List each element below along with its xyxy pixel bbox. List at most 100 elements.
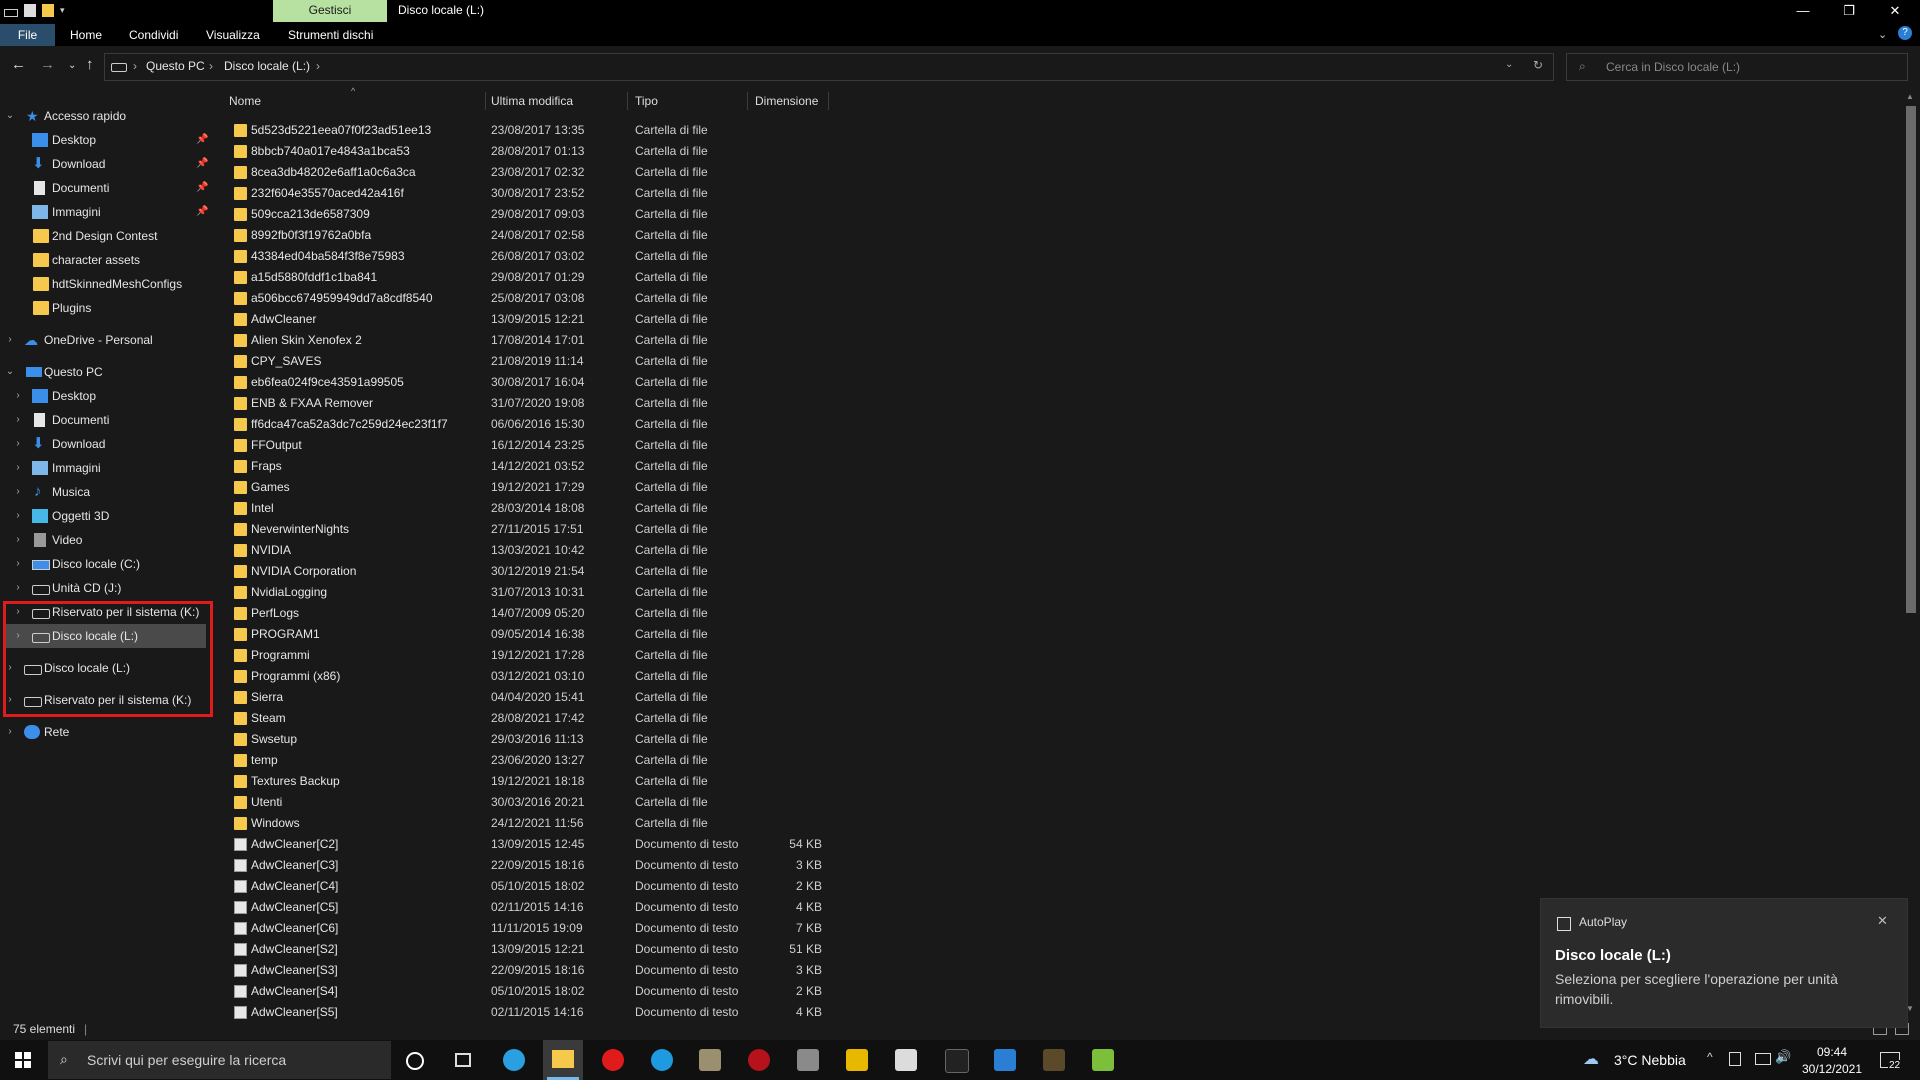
minimize-button[interactable]: —	[1780, 0, 1826, 24]
address-bar[interactable]: › Questo PC › Disco locale (L:) › ⌄ ↻	[104, 53, 1554, 81]
sidebar-item-cd-drive-j[interactable]: › Unità CD (J:)	[12, 576, 210, 600]
close-button[interactable]: ✕	[1872, 0, 1918, 24]
address-history-icon[interactable]: ⌄	[1505, 59, 1513, 70]
file-row[interactable]: AdwCleaner[C2] 13/09/2015 12:45 Documento …	[232, 834, 832, 855]
file-row[interactable]: CPY_SAVES 21/08/2019 11:14 Cartella di fil…	[232, 351, 832, 372]
app-icon[interactable]	[1092, 1049, 1114, 1071]
properties-icon[interactable]	[24, 4, 36, 17]
sidebar-item-plugins[interactable]: Plugins	[0, 296, 210, 320]
customize-toolbar-icon[interactable]: ▾	[60, 5, 65, 16]
chevron-right-icon[interactable]: ›	[12, 552, 24, 576]
sidebar-item-character-assets[interactable]: character assets	[0, 248, 210, 272]
column-header-modified[interactable]: Ultima modifica	[491, 92, 628, 110]
file-row[interactable]: FFOutput 16/12/2014 23:25 Cartella di file	[232, 435, 832, 456]
taskbar-search-box[interactable]: ⌕ Scrivi qui per eseguire la ricerca	[48, 1041, 391, 1079]
tab-share[interactable]: Condividi	[129, 24, 178, 46]
file-row[interactable]: Utenti 30/03/2016 20:21 Cartella di file	[232, 792, 832, 813]
file-row[interactable]: temp 23/06/2020 13:27 Cartella di file	[232, 750, 832, 771]
sidebar-item-2nd-design-contest[interactable]: 2nd Design Contest	[0, 224, 210, 248]
chevron-right-icon[interactable]: ›	[12, 456, 24, 480]
chevron-right-icon[interactable]: ›	[12, 504, 24, 528]
weather-icon[interactable]: ☁	[1583, 1049, 1599, 1069]
file-row[interactable]: AdwCleaner 13/09/2015 12:21 Cartella di fi…	[232, 309, 832, 330]
expand-ribbon-icon[interactable]: ⌄	[1878, 28, 1887, 41]
scrollbar-thumb[interactable]	[1906, 106, 1916, 613]
sidebar-item-pc-3d-objects[interactable]: › Oggetti 3D	[12, 504, 210, 528]
sidebar-item-pc-desktop[interactable]: › Desktop	[12, 384, 210, 408]
app-icon[interactable]	[1043, 1049, 1065, 1071]
sidebar-item-hdtskinnedmeshconfigs[interactable]: hdtSkinnedMeshConfigs	[0, 272, 210, 296]
sidebar-item-pc-download[interactable]: › ⬇ Download	[12, 432, 210, 456]
file-row[interactable]: 509cca213de6587309 29/08/2017 09:03 Cartel…	[232, 204, 832, 225]
opera-icon[interactable]	[602, 1049, 624, 1071]
network-status-icon[interactable]	[1755, 1053, 1771, 1065]
recent-locations-icon[interactable]: ⌄	[68, 60, 76, 71]
file-row[interactable]: 8cea3db48202e6aff1a0c6a3ca 23/08/2017 02:…	[232, 162, 832, 183]
sidebar-item-drive-c[interactable]: › Disco locale (C:)	[12, 552, 210, 576]
file-row[interactable]: Alien Skin Xenofex 2 17/08/2014 17:01 Cart…	[232, 330, 832, 351]
column-header-type[interactable]: Tipo	[635, 92, 748, 110]
file-row[interactable]: 8bbcb740a017e4843a1bca53 28/08/2017 01:13…	[232, 141, 832, 162]
sidebar-item-quick-access[interactable]: ⌄ ★ Accesso rapido	[4, 104, 204, 128]
tab-home[interactable]: Home	[70, 24, 102, 46]
new-folder-icon[interactable]	[42, 4, 54, 17]
chevron-right-icon[interactable]: ›	[12, 480, 24, 504]
pin-icon[interactable]: 📌	[196, 200, 208, 224]
file-row[interactable]: Swsetup 29/03/2016 11:13 Cartella di file	[232, 729, 832, 750]
chevron-right-icon[interactable]: ›	[12, 408, 24, 432]
column-header-name[interactable]: Nome	[229, 92, 486, 110]
file-row[interactable]: Sierra 04/04/2020 15:41 Cartella di file	[232, 687, 832, 708]
chevron-down-icon[interactable]: ⌄	[4, 104, 16, 128]
sidebar-item-pc-video[interactable]: › Video	[12, 528, 210, 552]
chevron-right-icon[interactable]: ›	[4, 328, 16, 352]
help-icon[interactable]: ?	[1898, 26, 1912, 40]
pin-icon[interactable]: 📌	[196, 128, 208, 152]
search-box[interactable]: ⌕ Cerca in Disco locale (L:)	[1566, 53, 1908, 81]
app-icon[interactable]	[748, 1049, 770, 1071]
breadcrumb-drive-l[interactable]: Disco locale (L:)	[224, 59, 310, 73]
file-row[interactable]: Intel 28/03/2014 18:08 Cartella di file	[232, 498, 832, 519]
refresh-icon[interactable]: ↻	[1533, 58, 1543, 72]
file-row[interactable]: Games 19/12/2021 17:29 Cartella di file	[232, 477, 832, 498]
sidebar-item-pictures[interactable]: Immagini 📌	[0, 200, 210, 224]
chevron-up-icon[interactable]: ^	[1707, 1050, 1713, 1064]
file-row[interactable]: Steam 28/08/2021 17:42 Cartella di file	[232, 708, 832, 729]
file-row[interactable]: AdwCleaner[S2] 13/09/2015 12:21 Documento …	[232, 939, 832, 960]
file-row[interactable]: AdwCleaner[C4] 05/10/2015 18:02 Documento …	[232, 876, 832, 897]
sidebar-item-this-pc[interactable]: ⌄ Questo PC	[4, 360, 204, 384]
sidebar-item-desktop[interactable]: Desktop 📌	[0, 128, 210, 152]
file-row[interactable]: 232f604e35570aced42a416f 30/08/2017 23:52…	[232, 183, 832, 204]
tab-file[interactable]: File	[0, 24, 55, 46]
edge-icon[interactable]	[503, 1049, 525, 1071]
clock-date[interactable]: 30/12/2021	[1796, 1062, 1868, 1076]
file-row[interactable]: AdwCleaner[S3] 22/09/2015 18:16 Documento …	[232, 960, 832, 981]
nvidia-icon[interactable]	[945, 1049, 969, 1073]
file-row[interactable]: ENB & FXAA Remover 31/07/2020 19:08 Cartel…	[232, 393, 832, 414]
chevron-right-icon[interactable]: ›	[12, 576, 24, 600]
task-view-icon[interactable]	[455, 1053, 471, 1067]
file-row[interactable]: eb6fea024f9ce43591a99505 30/08/2017 16:04…	[232, 372, 832, 393]
weather-text[interactable]: 3°C Nebbia	[1614, 1052, 1686, 1068]
file-row[interactable]: 5d523d5221eea07f0f23ad51ee13 23/08/2017 1…	[232, 120, 832, 141]
chevron-right-icon[interactable]: ›	[4, 720, 16, 744]
file-row[interactable]: NvidiaLogging 31/07/2013 10:31 Cartella di…	[232, 582, 832, 603]
cortana-icon[interactable]	[406, 1052, 424, 1070]
file-row[interactable]: 43384ed04ba584f3f8e75983 26/08/2017 03:02…	[232, 246, 832, 267]
pin-icon[interactable]: 📌	[196, 176, 208, 200]
manage-context-tab[interactable]: Gestisci	[273, 0, 387, 22]
sidebar-item-onedrive[interactable]: › ☁ OneDrive - Personal	[4, 328, 204, 352]
taskbar-active-explorer[interactable]	[543, 1040, 583, 1080]
drive-icon[interactable]	[4, 8, 18, 17]
file-row[interactable]: Windows 24/12/2021 11:56 Cartella di file	[232, 813, 832, 834]
sidebar-item-pc-documents[interactable]: › Documenti	[12, 408, 210, 432]
volume-icon[interactable]: 🔊	[1775, 1049, 1791, 1065]
sidebar-item-pc-pictures[interactable]: › Immagini	[12, 456, 210, 480]
breadcrumb-this-pc[interactable]: Questo PC	[146, 59, 205, 73]
file-row[interactable]: Fraps 14/12/2021 03:52 Cartella di file	[232, 456, 832, 477]
app-icon[interactable]	[846, 1049, 868, 1071]
file-row[interactable]: AdwCleaner[C3] 22/09/2015 18:16 Documento …	[232, 855, 832, 876]
sidebar-item-documents[interactable]: Documenti 📌	[0, 176, 210, 200]
app-icon[interactable]	[994, 1049, 1016, 1071]
file-row[interactable]: Programmi (x86) 03/12/2021 03:10 Cartella …	[232, 666, 832, 687]
app-icon[interactable]	[895, 1049, 917, 1071]
